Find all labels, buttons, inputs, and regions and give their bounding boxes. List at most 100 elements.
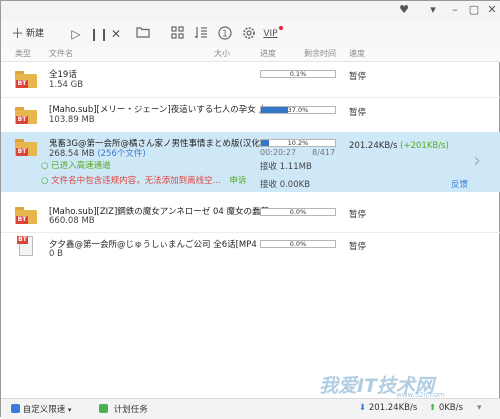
column-header: 类型 文件名 大小 进度 剩余时间 速度 — [1, 47, 500, 62]
menu-icon[interactable]: ▾ — [425, 3, 441, 17]
schedule-label: 计划任务 — [114, 405, 148, 415]
task-status: 暂停 — [349, 70, 366, 82]
task-name: 全19话 — [49, 68, 77, 80]
chevron-right-icon[interactable]: › — [473, 148, 481, 172]
minimize-button[interactable]: – — [447, 3, 463, 17]
pause-icon: ❙❙ — [89, 27, 109, 41]
folder-bt-icon: BT — [15, 107, 37, 124]
schedule-button[interactable]: 计划任务 — [99, 403, 148, 415]
received-2: 接收 0.00KB — [260, 178, 310, 190]
toolbar: ＋新建 ▷ ❙❙ ✕ 1 VIP — [1, 21, 500, 48]
title-bar: ♥ ▾ – ▢ ✕ — [1, 1, 500, 21]
warning-text: 文件名中包含违规内容，无法添加到离线空... — [51, 176, 221, 186]
settings-button[interactable] — [241, 26, 257, 42]
appeal-link[interactable]: 申诉 — [229, 176, 246, 186]
feedback-link[interactable]: 反馈 — [451, 178, 468, 190]
number-one-icon: 1 — [218, 26, 232, 40]
delete-button[interactable]: ✕ — [109, 26, 123, 42]
notification-dot-icon — [279, 26, 283, 30]
folder-bt-icon: BT — [15, 139, 37, 156]
status-dot-icon: ○ — [41, 176, 48, 186]
col-speed[interactable]: 速度 — [349, 47, 365, 61]
open-folder-button[interactable] — [135, 26, 151, 42]
status-dot-icon: ○ — [41, 161, 48, 171]
upload-speed-value: 0KB/s — [439, 403, 463, 413]
folder-bt-icon: BT — [15, 207, 37, 224]
plus-icon: ＋ — [11, 27, 24, 43]
download-speed-value: 201.24KB/s — [369, 403, 417, 413]
task-row-selected[interactable]: BT 鬼畜3G@第一会所@橘さん家ノ男性事情まとめ版(汉化) 268.54 MB… — [1, 132, 500, 192]
task-size: 660.08 MB — [49, 216, 95, 226]
speed-line: 201.24KB/s (+201KB/s) — [349, 141, 449, 151]
task-speed: 201.24KB/s — [349, 141, 397, 151]
download-manager-window: ♥ ▾ – ▢ ✕ ＋新建 ▷ ❙❙ ✕ 1 VIP 类型 — [0, 0, 500, 417]
task-status: 暂停 — [349, 240, 366, 252]
task-row[interactable]: BT [Maho.sub][メリー・ジェーン]夜這いする七人の孕女 上... 1… — [1, 98, 500, 132]
progress-bar: 0.0% — [260, 240, 336, 248]
arrow-down-icon: ⬇ — [359, 403, 366, 413]
play-icon: ▷ — [71, 27, 80, 41]
progress-text: 10.2% — [261, 140, 335, 146]
speed-boost: (+201KB/s) — [400, 141, 449, 151]
task-row[interactable]: BT 全19话 1.54 GB 0.1% 暂停 — [1, 62, 500, 97]
folder-bt-icon: BT — [15, 71, 37, 88]
warning-line: ○ 文件名中包含违规内容，无法添加到离线空... 申诉 — [41, 174, 246, 186]
progress-text: 0.0% — [261, 241, 335, 247]
col-size[interactable]: 大小 — [214, 47, 230, 61]
speed-limit-label: 自定义限速 — [23, 405, 66, 415]
upload-speed: ⬆ 0KB/s — [429, 403, 463, 413]
task-row[interactable]: BT 夕夕鑫@第一会所@じゅうしぃまんご公司 全6话[MP4 ... 0 B 0… — [1, 233, 500, 263]
task-size: 268.54 MB — [49, 149, 95, 159]
col-remaining[interactable]: 剩余时间 — [304, 47, 336, 61]
task-name: 夕夕鑫@第一会所@じゅうしぃまんご公司 全6话[MP4 ... — [49, 238, 268, 250]
sort-button[interactable] — [193, 26, 209, 42]
received-1: 接收 1.11MB — [260, 160, 312, 172]
speed-limit-button[interactable]: 自定义限速 ▾ — [11, 403, 71, 415]
task-size: 0 B — [49, 249, 63, 259]
pause-button[interactable]: ❙❙ — [89, 26, 103, 42]
single-task-button[interactable]: 1 — [217, 26, 233, 42]
svg-text:1: 1 — [222, 30, 228, 40]
vip-button[interactable]: VIP — [259, 26, 287, 42]
task-status: 暂停 — [349, 208, 366, 220]
grid-icon — [171, 26, 184, 39]
task-size: 1.54 GB — [49, 80, 83, 90]
maximize-button[interactable]: ▢ — [466, 3, 482, 17]
sort-list-icon — [194, 26, 208, 39]
schedule-icon — [99, 404, 108, 413]
task-size: 103.89 MB — [49, 115, 95, 125]
task-size-line: 268.54 MB (256个文件) — [49, 147, 146, 159]
col-type[interactable]: 类型 — [15, 47, 31, 61]
skin-icon[interactable]: ♥ — [396, 3, 412, 17]
new-task-button[interactable]: ＋新建 — [11, 26, 55, 42]
progress-text: 0.1% — [261, 71, 335, 77]
folder-icon — [136, 26, 150, 38]
progress-bar: 0.0% — [260, 208, 336, 216]
high-speed-line: ○ 已进入高速通道 — [41, 159, 111, 171]
peer-count: 8/417 — [312, 148, 335, 157]
progress-text: 37.0% — [261, 107, 335, 113]
arrow-up-icon: ⬆ — [429, 403, 436, 413]
bt-file-icon: BT — [17, 236, 35, 258]
task-name: [Maho.sub][メリー・ジェーン]夜這いする七人の孕女 上... — [49, 103, 275, 115]
progress-bar: 0.1% — [260, 70, 336, 78]
task-status: 暂停 — [349, 106, 366, 118]
task-row[interactable]: BT [Maho.sub][ZIZ]鋼鉄の魔女アンネローゼ 04 魔女の蠢落..… — [1, 202, 500, 232]
elapsed-time: 00:20:27 — [260, 148, 296, 157]
speed-limit-icon — [11, 404, 20, 413]
chevron-down-icon: ▾ — [68, 406, 72, 414]
progress-text: 0.0% — [261, 209, 335, 215]
menu-more-icon[interactable]: ▾ — [477, 403, 482, 413]
vip-label: VIP — [263, 29, 277, 39]
download-speed: ⬇ 201.24KB/s — [359, 403, 417, 413]
gear-icon — [242, 26, 256, 40]
status-bar: 自定义限速 ▾ 计划任务 ⬇ 201.24KB/s ⬆ 0KB/s ▾ — [1, 398, 500, 419]
file-count: (256个文件) — [97, 149, 145, 159]
close-window-button[interactable]: ✕ — [484, 3, 500, 17]
col-filename[interactable]: 文件名 — [49, 47, 73, 61]
new-task-label: 新建 — [26, 29, 44, 39]
progress-bar: 10.2% — [260, 139, 336, 147]
grid-view-button[interactable] — [169, 26, 185, 42]
col-progress[interactable]: 进度 — [260, 47, 276, 61]
start-button[interactable]: ▷ — [69, 26, 83, 42]
